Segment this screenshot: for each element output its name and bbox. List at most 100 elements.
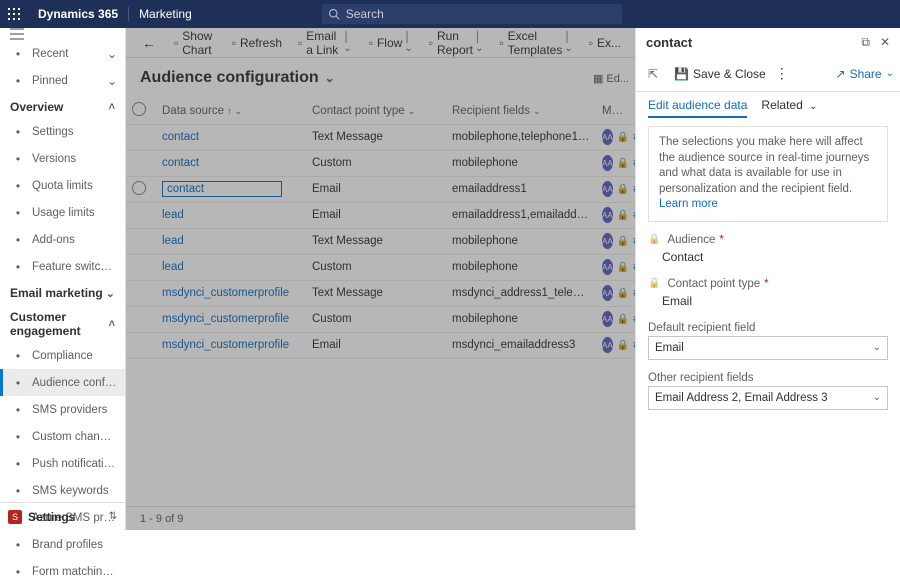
row-selector[interactable] xyxy=(126,228,156,254)
audience-value: Contact xyxy=(648,248,888,266)
nav-item-custom-channels[interactable]: •Custom channels xyxy=(0,423,125,450)
nav-pinned[interactable]: •Pinned⌄ xyxy=(0,67,125,94)
other-recipients-select[interactable]: Email Address 2, Email Address 3 ⌄ xyxy=(648,386,888,410)
row-selector[interactable] xyxy=(126,254,156,280)
modified-by-link[interactable]: # admi... xyxy=(633,183,635,195)
table-row[interactable]: leadEmailemailaddress1,emailaddress2,e..… xyxy=(126,202,635,228)
modified-by-link[interactable]: # admi... xyxy=(633,287,635,299)
nav-item-sms-providers[interactable]: •SMS providers xyxy=(0,396,125,423)
popout-icon[interactable]: ⧉ xyxy=(861,35,870,50)
data-source-link[interactable]: lead xyxy=(162,235,184,247)
table-row[interactable]: leadText MessagemobilephoneAA🔒# admi... xyxy=(126,228,635,254)
nav-collapse-button[interactable] xyxy=(0,28,125,40)
cmd-ex-[interactable]: ▫Ex... xyxy=(581,28,629,58)
nav-item-push-notifications[interactable]: •Push notifications xyxy=(0,450,125,477)
sort-asc-icon: ↑ xyxy=(227,106,232,116)
nav-item-usage-limits[interactable]: •Usage limits xyxy=(0,199,125,226)
table-row[interactable]: leadCustommobilephoneAA🔒# admi... xyxy=(126,254,635,280)
app-launcher-icon[interactable] xyxy=(0,8,28,20)
open-new-window-button[interactable]: ⇱ xyxy=(642,60,668,88)
nav-group-email-marketing[interactable]: Email marketing⌄ xyxy=(0,280,125,304)
row-selector[interactable] xyxy=(126,332,156,358)
main-content: ← ▫Show Chart▫Refresh▫Email a Link│ ⌄▫Fl… xyxy=(126,28,635,530)
nav-item-quota-limits[interactable]: •Quota limits xyxy=(0,172,125,199)
nav-item-form-matching-st-[interactable]: •Form matching st... xyxy=(0,558,125,585)
area-switcher[interactable]: S Settings ⇅ xyxy=(0,502,125,530)
table-row[interactable]: msdynci_customerprofileCustommobilephone… xyxy=(126,306,635,332)
nav-item-versions[interactable]: •Versions xyxy=(0,145,125,172)
chevron-down-icon: ⌄ xyxy=(873,392,881,403)
nav-group-customer-engagement[interactable]: Customer engagement˄ xyxy=(0,304,125,342)
nav-item-brand-profiles[interactable]: •Brand profiles xyxy=(0,531,125,558)
modified-by-link[interactable]: # admi... xyxy=(633,313,635,325)
nav-item-feature-switches[interactable]: •Feature switches xyxy=(0,253,125,280)
modified-by-link[interactable]: # admi... xyxy=(633,131,635,143)
nav-group-overview[interactable]: Overview˄ xyxy=(0,94,125,118)
cmd-flow[interactable]: ▫Flow│ ⌄ xyxy=(361,28,421,58)
data-source-link[interactable]: contact xyxy=(162,181,282,197)
chevron-down-icon: ⌄ xyxy=(325,71,335,85)
cell-cpt: Email xyxy=(306,202,446,228)
cmd-refresh[interactable]: ▫Refresh xyxy=(224,28,290,58)
data-source-link[interactable]: lead xyxy=(162,261,184,273)
select-all[interactable] xyxy=(126,98,156,124)
nav-item-settings[interactable]: •Settings xyxy=(0,118,125,145)
table-row[interactable]: contactEmailemailaddress1AA🔒# admi... xyxy=(126,176,635,202)
modified-by-link[interactable]: # admi... xyxy=(633,235,635,247)
row-selector[interactable] xyxy=(126,124,156,150)
chevron-down-icon: ⌄ xyxy=(408,106,416,116)
refresh-icon: ▫ xyxy=(232,36,236,50)
global-search[interactable]: Search xyxy=(322,4,622,24)
nav-item-sms-keywords[interactable]: •SMS keywords xyxy=(0,477,125,504)
back-button[interactable]: ← xyxy=(132,28,166,58)
col-contact-point-type[interactable]: Contact point type⌄ xyxy=(306,98,446,124)
cell-cpt: Email xyxy=(306,176,446,202)
cmd-run-report[interactable]: ▫Run Report│ ⌄ xyxy=(421,28,492,58)
default-recipient-select[interactable]: Email ⌄ xyxy=(648,336,888,360)
learn-more-link[interactable]: Learn more xyxy=(659,198,718,210)
modified-by-link[interactable]: # admi... xyxy=(633,261,635,273)
row-selector[interactable] xyxy=(126,176,156,202)
row-selector[interactable] xyxy=(126,202,156,228)
clock-icon: • xyxy=(10,152,26,166)
data-source-link[interactable]: msdynci_customerprofile xyxy=(162,339,289,351)
cmd-email-a-link[interactable]: ▫Email a Link│ ⌄ xyxy=(290,28,361,58)
nav-item-add-ons[interactable]: •Add-ons xyxy=(0,226,125,253)
view-selector[interactable]: Audience configuration ⌄ xyxy=(126,58,335,98)
data-source-link[interactable]: msdynci_customerprofile xyxy=(162,287,289,299)
col-modified-by[interactable]: Modified By xyxy=(596,98,635,124)
global-header: Dynamics 365 Marketing Search xyxy=(0,0,900,28)
nav-item-audience-configu-[interactable]: •Audience configu... xyxy=(0,369,125,396)
nav-recent[interactable]: •Recent⌄ xyxy=(0,40,125,67)
nav-item-compliance[interactable]: •Compliance xyxy=(0,342,125,369)
modified-by-link[interactable]: # admi... xyxy=(633,339,635,351)
col-recipient-fields[interactable]: Recipient fields⌄ xyxy=(446,98,596,124)
grid-footer: 1 - 9 of 9 xyxy=(126,506,635,530)
share-button[interactable]: ↗ Share ⌄ xyxy=(836,67,894,81)
table-row[interactable]: contactText Messagemobilephone,telephone… xyxy=(126,124,635,150)
row-selector[interactable] xyxy=(126,150,156,176)
table-row[interactable]: msdynci_customerprofileEmailmsdynci_emai… xyxy=(126,332,635,358)
table-row[interactable]: msdynci_customerprofileText Messagemsdyn… xyxy=(126,280,635,306)
close-icon[interactable]: ✕ xyxy=(880,35,890,50)
modified-by-link[interactable]: # admi... xyxy=(633,209,635,221)
row-selector[interactable] xyxy=(126,306,156,332)
cmd-show-chart[interactable]: ▫Show Chart xyxy=(166,28,224,58)
cmd-excel-templates[interactable]: ▫Excel Templates│ ⌄ xyxy=(491,28,580,58)
data-source-link[interactable]: lead xyxy=(162,209,184,221)
tab-edit-audience-data[interactable]: Edit audience data xyxy=(648,98,747,118)
modified-by-link[interactable]: # admi... xyxy=(633,157,635,169)
col-data-source[interactable]: Data source↑⌄ xyxy=(156,98,306,124)
data-source-link[interactable]: msdynci_customerprofile xyxy=(162,313,289,325)
avatar: AA xyxy=(602,233,613,249)
data-grid: Data source↑⌄ Contact point type⌄ Recipi… xyxy=(126,98,635,530)
data-source-link[interactable]: contact xyxy=(162,157,199,169)
row-selector[interactable] xyxy=(126,280,156,306)
table-row[interactable]: contactCustommobilephoneAA🔒# admi... xyxy=(126,150,635,176)
edit-columns-button[interactable]: ▦Ed... xyxy=(593,72,629,85)
tab-related[interactable]: Related ⌄ xyxy=(761,98,817,118)
data-source-link[interactable]: contact xyxy=(162,131,199,143)
cell-recipients: msdynci_address1_telephone1 xyxy=(446,280,596,306)
save-close-button[interactable]: 💾 Save & Close xyxy=(668,60,772,88)
more-commands-button[interactable]: ⋮ xyxy=(772,65,792,82)
